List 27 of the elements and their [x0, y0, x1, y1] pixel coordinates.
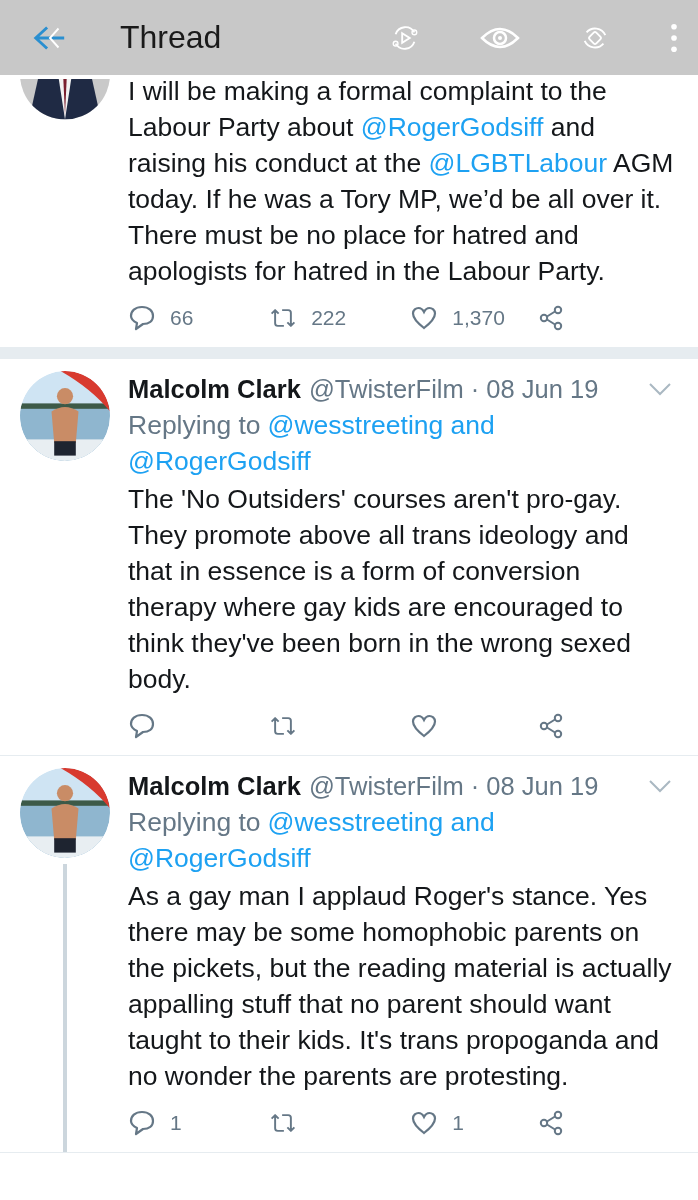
replying-label: Replying to	[128, 806, 261, 839]
mention-link[interactable]: @RogerGodsiff	[128, 840, 311, 876]
mention-link[interactable]: @wesstreeting and	[267, 407, 495, 443]
mention-link[interactable]: @RogerGodsiff	[360, 112, 544, 142]
tweet-text: I will be making a formal complaint to the Labour Party about @RogerGodsiff and raising his conduct at the @LGBTLabour AGM today. If he was a Tory MP, we’d be all over it. There must be no place for hatred and apologists for hatred in the Labour Party.	[128, 75, 675, 288]
action-count: 222	[311, 306, 347, 330]
author-handle: @TwisterFilm · 08 Jun 19	[308, 771, 599, 802]
heart-icon[interactable]	[410, 304, 439, 332]
screen-title: Thread	[120, 19, 223, 56]
author-name[interactable]: Malcolm Clark	[128, 371, 301, 407]
action-count: 1,370	[452, 306, 505, 330]
mention-link[interactable]: @RogerGodsiff	[128, 443, 311, 479]
action-count: 1	[170, 1111, 182, 1135]
mention-link[interactable]: @LGBTLabour	[428, 148, 608, 178]
tweet-text: The 'No Outsiders' courses aren't pro-gay. They promote above all trans ideology and that in essence is a form of conversion therapy where gay kids are encouraged to think they've been born in the wrong sexed body.	[128, 483, 632, 696]
replying-label: Replying to	[128, 409, 261, 442]
action-count: 66	[170, 306, 194, 330]
author-name[interactable]: Malcolm Clark	[128, 768, 301, 804]
reply-icon[interactable]	[128, 712, 156, 740]
reply-icon[interactable]	[128, 304, 156, 332]
author-handle: @TwisterFilm · 08 Jun 19	[308, 374, 599, 405]
reply-icon[interactable]	[128, 1109, 156, 1137]
mention-link[interactable]: @wesstreeting and	[267, 804, 495, 840]
heart-icon[interactable]	[410, 712, 439, 740]
tweet-text: As a gay man I applaud Roger's stance. Yes there may be some homophobic parents on the pickets, but the reading material is actually appalling stuff that no parent should want taught to their kids. It's trans propoganda and no wonder the parents are protesting.	[128, 880, 673, 1093]
action-count: 1	[452, 1111, 464, 1135]
heart-icon[interactable]	[410, 1109, 439, 1137]
